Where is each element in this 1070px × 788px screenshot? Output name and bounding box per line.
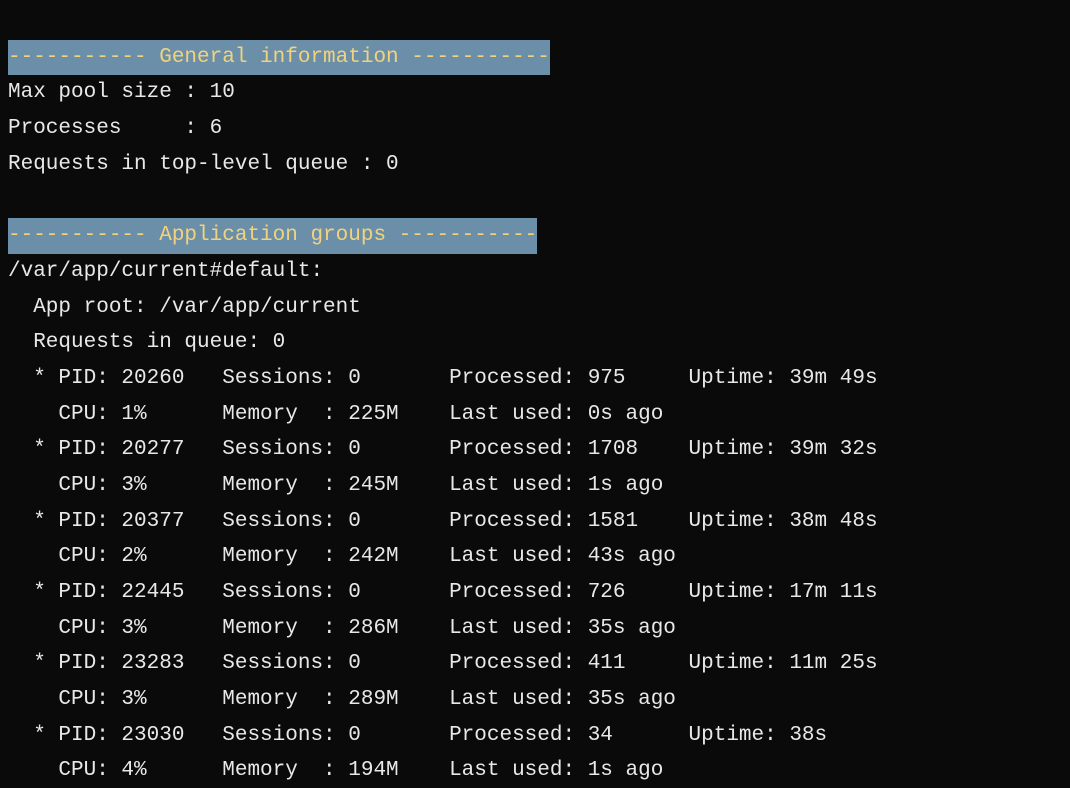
process-row: CPU: 3% Memory : 286M Last used: 35s ago [8, 617, 676, 640]
app-groups-header: ----------- Application groups ---------… [8, 218, 537, 254]
app-root: App root: /var/app/current [8, 296, 361, 319]
process-row: CPU: 3% Memory : 245M Last used: 1s ago [8, 474, 663, 497]
process-row: * PID: 23030 Sessions: 0 Processed: 34 U… [8, 724, 827, 747]
process-row: CPU: 4% Memory : 194M Last used: 1s ago [8, 759, 663, 782]
requests-in-queue: Requests in queue: 0 [8, 331, 285, 354]
process-row: * PID: 20277 Sessions: 0 Processed: 1708… [8, 438, 878, 461]
process-row: * PID: 23283 Sessions: 0 Processed: 411 … [8, 652, 878, 675]
general-info-header: ----------- General information --------… [8, 40, 550, 76]
process-row: * PID: 20260 Sessions: 0 Processed: 975 … [8, 367, 878, 390]
toplevel-queue: Requests in top-level queue : 0 [8, 153, 399, 176]
group-name: /var/app/current#default: [8, 260, 323, 283]
processes-count: Processes : 6 [8, 117, 222, 140]
max-pool-size: Max pool size : 10 [8, 81, 235, 104]
process-row: CPU: 1% Memory : 225M Last used: 0s ago [8, 403, 663, 426]
process-row: CPU: 2% Memory : 242M Last used: 43s ago [8, 545, 676, 568]
process-row: CPU: 3% Memory : 289M Last used: 35s ago [8, 688, 676, 711]
terminal-output: ----------- General information --------… [0, 0, 1070, 788]
process-row: * PID: 20377 Sessions: 0 Processed: 1581… [8, 510, 878, 533]
process-row: * PID: 22445 Sessions: 0 Processed: 726 … [8, 581, 878, 604]
